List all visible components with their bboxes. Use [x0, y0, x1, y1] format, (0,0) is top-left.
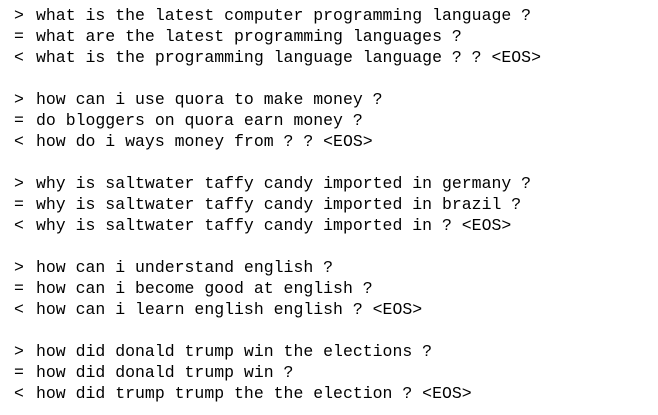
output-prefix: < — [14, 384, 24, 403]
output-text: how did trump trump the the election ? <… — [36, 384, 472, 403]
input-text: how can i use quora to make money ? — [36, 90, 383, 109]
target-prefix: = — [14, 111, 24, 130]
target-prefix: = — [14, 27, 24, 46]
target-line: = how did donald trump win ? — [14, 362, 541, 383]
output-text: what is the programming language languag… — [36, 48, 541, 67]
input-text: how can i understand english ? — [36, 258, 334, 277]
example-block-3: > why is saltwater taffy candy imported i… — [14, 173, 541, 257]
output-line: < what is the programming language langua… — [14, 47, 541, 68]
target-line: = do bloggers on quora earn money ? — [14, 110, 541, 131]
target-text: why is saltwater taffy candy imported in… — [36, 195, 522, 214]
output-prefix: < — [14, 132, 24, 151]
target-line: = why is saltwater taffy candy imported i… — [14, 194, 541, 215]
terminal-output: > what is the latest computer programming… — [0, 0, 658, 415]
output-prefix: < — [14, 216, 24, 235]
input-line: > what is the latest computer programming… — [14, 5, 541, 26]
output-text: how do i ways money from ? ? <EOS> — [36, 132, 373, 151]
target-text: how did donald trump win ? — [36, 363, 294, 382]
output-text: why is saltwater taffy candy imported in… — [36, 216, 512, 235]
input-line: > how can i understand english ? — [14, 257, 541, 278]
output-line: < why is saltwater taffy candy imported i… — [14, 215, 541, 236]
target-prefix: = — [14, 195, 24, 214]
input-line: > how can i use quora to make money ? — [14, 89, 541, 110]
input-prefix: > — [14, 342, 24, 361]
output-line: < how do i ways money from ? ? <EOS> — [14, 131, 541, 152]
output-prefix: < — [14, 48, 24, 67]
output-line: < how did trump trump the the election ? … — [14, 383, 541, 404]
input-line: > why is saltwater taffy candy imported i… — [14, 173, 541, 194]
target-text: do bloggers on quora earn money ? — [36, 111, 363, 130]
target-text: what are the latest programming language… — [36, 27, 462, 46]
output-prefix: < — [14, 300, 24, 319]
output-line: < how can i learn english english ? <EOS> — [14, 299, 541, 320]
input-prefix: > — [14, 90, 24, 109]
input-text: what is the latest computer programming … — [36, 6, 532, 25]
target-line: = what are the latest programming languag… — [14, 26, 541, 47]
translation-log: > what is the latest computer programming… — [14, 5, 541, 415]
input-prefix: > — [14, 258, 24, 277]
input-text: how did donald trump win the elections ? — [36, 342, 433, 361]
example-block-5: > how did donald trump win the elections … — [14, 341, 541, 415]
output-text: how can i learn english english ? <EOS> — [36, 300, 423, 319]
example-block-1: > what is the latest computer programming… — [14, 5, 541, 89]
input-prefix: > — [14, 174, 24, 193]
target-text: how can i become good at english ? — [36, 279, 373, 298]
example-block-2: > how can i use quora to make money ? = do… — [14, 89, 541, 173]
target-line: = how can i become good at english ? — [14, 278, 541, 299]
target-prefix: = — [14, 363, 24, 382]
example-block-4: > how can i understand english ? = how can… — [14, 257, 541, 341]
input-text: why is saltwater taffy candy imported in… — [36, 174, 532, 193]
input-prefix: > — [14, 6, 24, 25]
input-line: > how did donald trump win the elections … — [14, 341, 541, 362]
target-prefix: = — [14, 279, 24, 298]
